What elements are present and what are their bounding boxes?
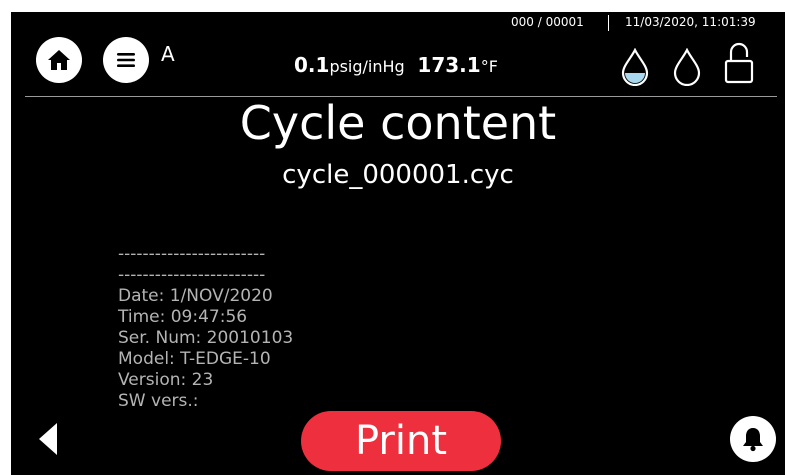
page-title: Cycle content bbox=[239, 96, 557, 150]
home-icon bbox=[48, 50, 70, 70]
water-drop-icon bbox=[673, 48, 701, 86]
content-line: Time: 09:47:56 bbox=[118, 307, 248, 327]
water-drop-filled-icon bbox=[621, 48, 649, 86]
cycle-counter: 000 / 00001 bbox=[511, 15, 584, 29]
print-button[interactable]: Print bbox=[301, 411, 501, 471]
readings: 0.1psig/inHg 173.1°F bbox=[294, 53, 498, 77]
content-line: Version: 23 bbox=[118, 370, 214, 390]
cycle-filename: cycle_000001.cyc bbox=[282, 160, 514, 190]
content-line: ------------------------ bbox=[118, 265, 266, 285]
content-line: SW vers.: bbox=[118, 391, 199, 411]
content-line: Model: T-EDGE-10 bbox=[118, 349, 271, 369]
date-time: 11/03/2020, 11:01:39 bbox=[625, 15, 756, 29]
screen: 000 / 00001 11/03/2020, 11:01:39 A 0.1ps… bbox=[11, 12, 785, 475]
content-line: Date: 1/NOV/2020 bbox=[118, 286, 273, 306]
menu-button[interactable] bbox=[103, 37, 149, 83]
mode-label: A bbox=[161, 42, 175, 66]
content-line: ------------------------ bbox=[118, 244, 266, 264]
temperature-unit: °F bbox=[480, 57, 498, 76]
pressure-value: 0.1 bbox=[294, 53, 330, 77]
bell-icon bbox=[743, 428, 763, 452]
cycle-content-text[interactable]: ------------------------ ---------------… bbox=[118, 244, 293, 412]
home-button[interactable] bbox=[36, 37, 82, 83]
notifications-button[interactable] bbox=[730, 416, 776, 462]
menu-icon bbox=[117, 53, 135, 67]
content-line: Ser. Num: 20010103 bbox=[118, 328, 294, 348]
status-divider bbox=[608, 15, 609, 31]
back-arrow-icon bbox=[39, 423, 57, 455]
back-button[interactable] bbox=[37, 422, 59, 460]
pressure-unit: psig/inHg bbox=[329, 57, 405, 76]
temperature-value: 173.1 bbox=[417, 53, 481, 77]
lock-open-icon bbox=[724, 42, 754, 84]
